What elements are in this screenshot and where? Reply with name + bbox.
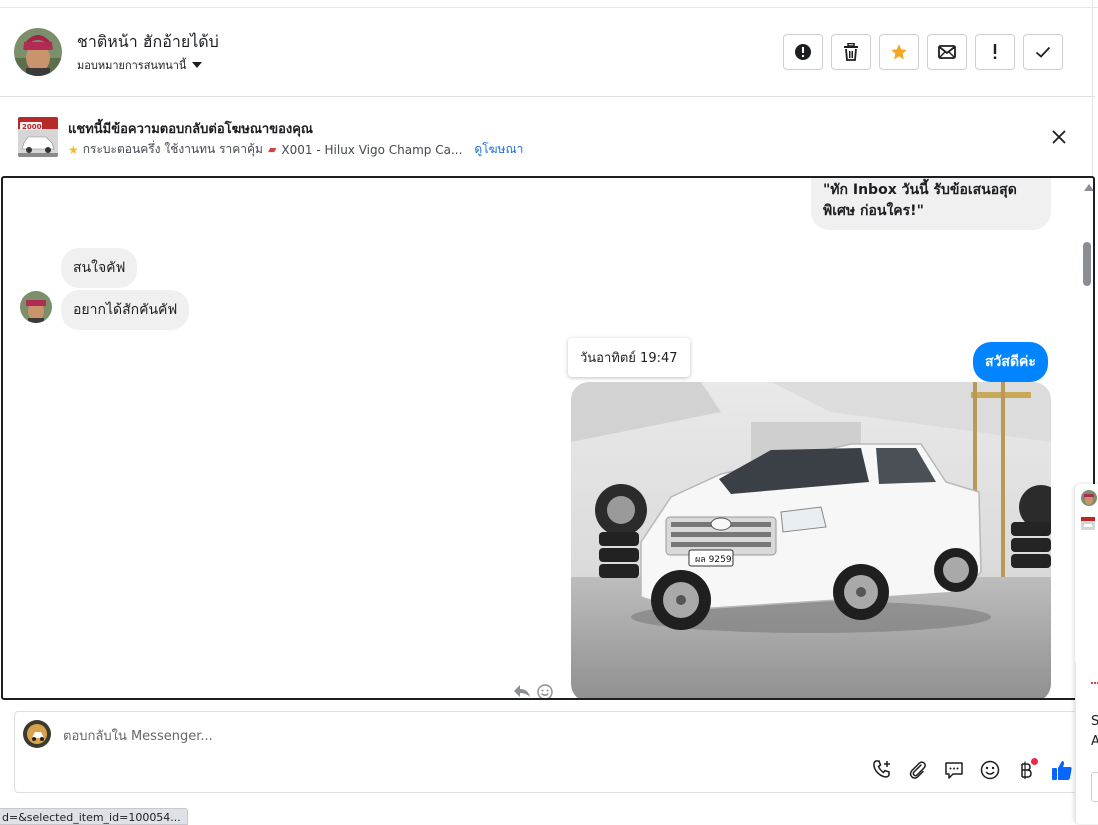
caret-down-icon	[192, 62, 203, 68]
paperclip-icon	[909, 761, 926, 779]
ad-reply-banner: 20000 แชทนี้มีข้อความตอบกลับต่อโฆษณาของค…	[0, 97, 1095, 175]
payment-button[interactable]	[1014, 758, 1038, 782]
react-emoji-icon[interactable]	[537, 684, 553, 700]
checkmark-icon	[1035, 46, 1051, 58]
like-button[interactable]	[1050, 758, 1074, 782]
ad-subtitle-text-1: กระบะตอนครึ่ง ใช้งานทน ราคาคุ้ม	[82, 142, 263, 156]
ad-thumb-price: 20000	[22, 123, 46, 131]
ad-banner-title: แชทนี้มีข้อความตอบกลับต่อโฆษณาของคุณ	[68, 122, 313, 137]
ad-thumbnail[interactable]: 20000	[18, 117, 58, 157]
header-actions	[783, 34, 1063, 70]
envelope-icon	[938, 45, 956, 59]
message-composer	[14, 711, 1084, 793]
alert-circle-icon	[795, 44, 811, 60]
message-thread[interactable]: "ทัก Inbox วันนี้ รับข้อเสนอสุดพิเศษ ก่อ…	[1, 176, 1095, 700]
truck-emoji-icon: ▰	[267, 143, 277, 156]
window-top-edge	[0, 0, 1098, 8]
ad-banner-subtitle: ★ กระบะตอนครึ่ง ใช้งานทน ราคาคุ้ม ▰ X001…	[68, 140, 523, 159]
notification-dot	[1031, 758, 1038, 765]
chat-bubble-icon	[945, 762, 963, 779]
attach-button[interactable]	[906, 758, 930, 782]
assign-conversation-dropdown[interactable]: มอบหมายการสนทนานี้	[77, 56, 203, 74]
side-avatar[interactable]	[1081, 490, 1097, 506]
emoji-button[interactable]	[978, 758, 1002, 782]
star-icon	[891, 44, 907, 60]
side-ad-thumbnail[interactable]	[1081, 516, 1095, 530]
scroll-thumb[interactable]	[1083, 242, 1091, 286]
thumbs-up-icon	[1052, 761, 1072, 780]
reply-icon[interactable]	[513, 684, 531, 698]
mark-done-button[interactable]	[1023, 34, 1063, 70]
star-emoji-icon: ★	[68, 142, 79, 157]
outgoing-greeting-message: สวัสดีค่ะ	[973, 342, 1048, 382]
incoming-message: สนใจคัฟ	[61, 248, 138, 288]
side-panel-lower: S A	[1075, 662, 1098, 822]
attached-car-photo[interactable]: ผล 9259	[571, 382, 1051, 698]
call-button[interactable]	[870, 758, 894, 782]
outgoing-promo-message: "ทัก Inbox วันนี้ รับข้อเสนอสุดพิเศษ ก่อ…	[811, 178, 1051, 230]
report-button[interactable]	[783, 34, 823, 70]
side-text-a: A	[1091, 734, 1098, 749]
exclamation-icon	[993, 44, 997, 59]
close-banner-button[interactable]	[1048, 126, 1070, 148]
composer-toolbar	[870, 758, 1074, 782]
delete-button[interactable]	[831, 34, 871, 70]
side-logo-icon	[1091, 682, 1098, 688]
reply-input[interactable]	[63, 726, 843, 746]
side-input-box[interactable]	[1091, 772, 1098, 802]
page-avatar	[23, 720, 51, 748]
mark-unread-button[interactable]	[927, 34, 967, 70]
star-button[interactable]	[879, 34, 919, 70]
message-hover-actions	[513, 684, 553, 700]
message-timestamp-tooltip: วันอาทิตย์ 19:47	[568, 338, 690, 377]
conversation-header: ชาติหน้า ฮักอ้ายได้บ่ มอบหมายการสนทนานี้	[0, 8, 1095, 97]
contact-name[interactable]: ชาติหน้า ฮักอ้ายได้บ่	[77, 30, 219, 55]
saved-replies-button[interactable]	[942, 758, 966, 782]
contact-avatar[interactable]	[14, 28, 62, 76]
incoming-message: อยากได้สักคันคัฟ	[61, 290, 190, 330]
assign-label: มอบหมายการสนทนานี้	[77, 59, 187, 72]
scroll-up-arrow-icon[interactable]	[1084, 184, 1093, 191]
ad-subtitle-text-2: X001 - Hilux Vigo Champ Ca...	[281, 142, 463, 157]
view-ad-link[interactable]: ดูโฆษณา	[474, 140, 523, 159]
phone-plus-icon	[873, 760, 890, 778]
trash-icon	[844, 43, 858, 61]
follow-up-button[interactable]	[975, 34, 1015, 70]
license-plate: ผล 9259	[695, 555, 732, 565]
close-icon	[1052, 130, 1066, 144]
smiley-icon	[980, 760, 1000, 780]
side-text-s: S	[1091, 714, 1098, 729]
sender-avatar[interactable]	[20, 291, 52, 323]
status-bar-url: d=&selected_item_id=100054...	[0, 808, 188, 825]
